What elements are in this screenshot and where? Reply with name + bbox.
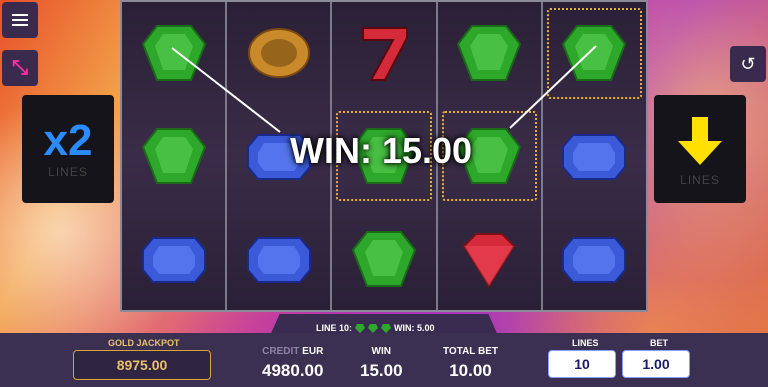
green-emerald-symbol [543, 2, 646, 105]
bet-label: BET [650, 338, 668, 348]
total-bet-value: 10.00 [449, 361, 492, 380]
green-emerald-symbol [122, 105, 225, 208]
history-icon: ↺ [740, 53, 756, 74]
line-number: LINE 10: [316, 323, 353, 333]
emerald-mini-icon [355, 323, 366, 333]
lines-panel[interactable]: LINES [654, 95, 746, 203]
blue-sapphire-symbol [543, 207, 646, 310]
red-ruby-symbol [438, 207, 541, 310]
green-emerald-symbol [122, 2, 225, 105]
line-win: WIN: 5.00 [394, 323, 435, 333]
reel [542, 2, 647, 310]
multiplier-label: LINES [48, 165, 88, 179]
emerald-mini-icon [368, 323, 379, 333]
blue-sapphire-symbol [543, 105, 646, 208]
emerald-mini-icon [381, 323, 392, 333]
win-banner: WIN: 15.00 [290, 130, 473, 171]
win-display: WIN 15.00 [360, 346, 403, 381]
credit-display: CREDIT EUR 4980.00 [262, 346, 323, 381]
expand-icon: ⤡ [12, 57, 28, 79]
blue-sapphire-symbol [227, 207, 330, 310]
line-info: LINE 10: WIN: 5.00 [316, 323, 435, 333]
fullscreen-button[interactable]: ⤡ [2, 50, 38, 86]
down-arrow-icon [678, 117, 722, 165]
multiplier-value: x2 [43, 116, 93, 165]
red-seven-symbol [332, 2, 435, 105]
lines-label: LINES [572, 338, 599, 348]
lines-panel-label: LINES [680, 173, 720, 187]
jackpot-value: 8975.00 [73, 350, 211, 380]
reel [122, 2, 228, 310]
green-emerald-symbol [332, 207, 435, 310]
total-bet-display: TOTAL BET 10.00 [443, 346, 498, 381]
lines-selector[interactable]: 10 [548, 350, 616, 378]
hamburger-icon [12, 11, 28, 29]
blue-sapphire-symbol [122, 207, 225, 310]
win-value: 15.00 [360, 361, 403, 380]
topaz-symbol [227, 2, 330, 105]
credit-label: CREDIT [262, 346, 300, 357]
credit-value: 4980.00 [262, 361, 324, 380]
currency-label: EUR [302, 346, 324, 357]
multiplier-panel: x2 LINES [22, 95, 114, 203]
win-label: WIN [371, 346, 391, 357]
menu-button[interactable] [2, 2, 38, 38]
green-emerald-symbol [438, 2, 541, 105]
history-button[interactable]: ↺ [730, 46, 766, 82]
bet-selector[interactable]: 1.00 [622, 350, 690, 378]
total-bet-label: TOTAL BET [443, 346, 498, 357]
jackpot-label: GOLD JACKPOT [108, 338, 180, 348]
